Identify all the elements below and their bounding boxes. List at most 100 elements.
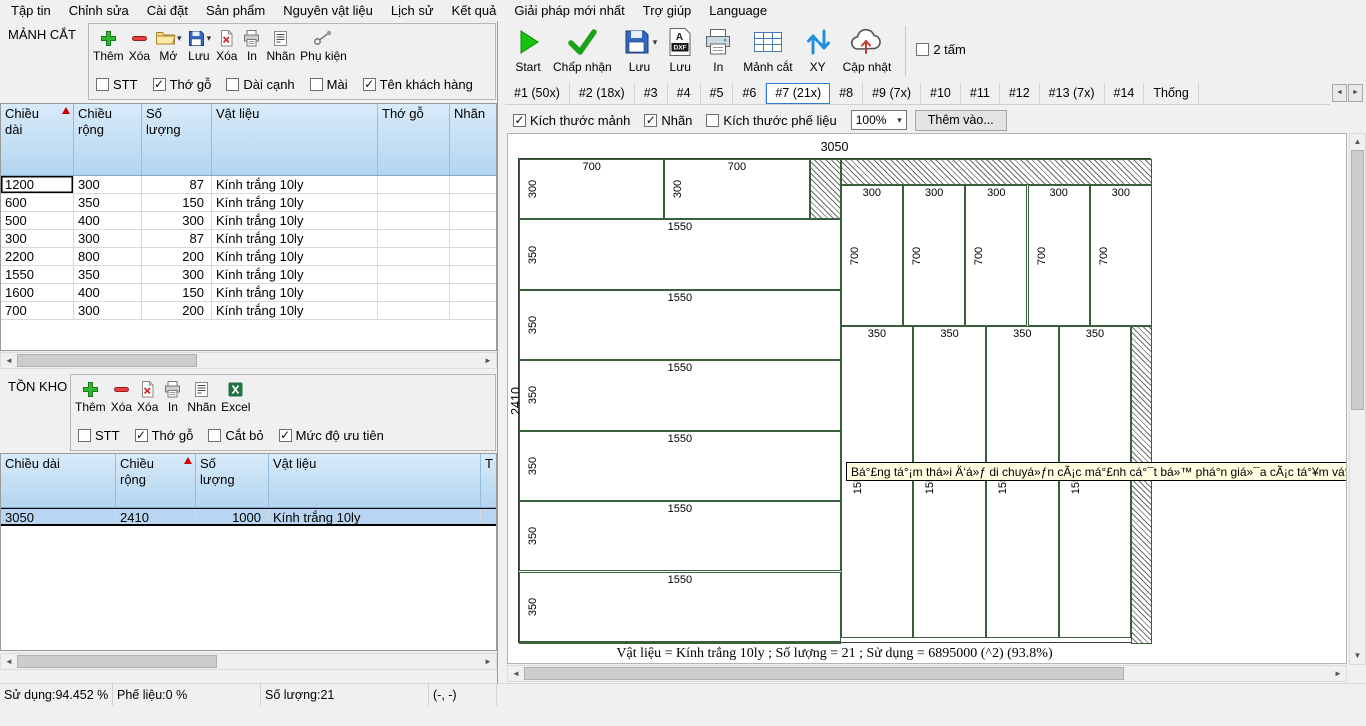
table-row[interactable]: 600350150Kính trắng 10ly (1, 194, 496, 212)
cell[interactable] (450, 302, 497, 319)
label-button[interactable]: Nhãn (266, 27, 295, 63)
scroll-right-button[interactable]: ► (480, 654, 496, 669)
cell[interactable]: Kính trắng 10ly (212, 176, 378, 193)
result-checkbox-2-tam[interactable]: 2 tấm (916, 42, 966, 57)
cut-checkbox-stt[interactable]: STT (96, 77, 138, 92)
cut-piece[interactable]: 300700 (965, 185, 1027, 326)
cut-piece[interactable]: 700300 (664, 159, 809, 219)
cell[interactable] (378, 248, 450, 265)
cell[interactable]: Kính trắng 10ly (212, 212, 378, 229)
column-header[interactable]: T (481, 454, 496, 507)
stock-checkbox-cat-bo[interactable]: Cắt bỏ (208, 428, 263, 443)
cut-checkbox-mai[interactable]: Mài (310, 77, 348, 92)
cell[interactable]: 700 (1, 302, 74, 319)
cell[interactable]: Kính trắng 10ly (212, 194, 378, 211)
cell[interactable] (378, 230, 450, 247)
scroll-left-button[interactable]: ◄ (508, 666, 524, 681)
column-header[interactable]: Chiều rộng (116, 454, 196, 507)
scroll-thumb[interactable] (1351, 150, 1364, 410)
column-header[interactable]: Chiều dài (1, 104, 74, 175)
save-dxf-button[interactable]: ADXFLưu (667, 24, 693, 74)
cell[interactable]: 200 (142, 302, 212, 319)
remove-button[interactable]: Xóa (111, 378, 132, 414)
cell[interactable]: 800 (74, 248, 142, 265)
scroll-down-button[interactable]: ▼ (1350, 648, 1365, 664)
add-to-button[interactable]: Thêm vào... (915, 110, 1007, 131)
open-button[interactable]: ▾Mở (155, 27, 182, 63)
cut-piece[interactable]: 3501550 (986, 326, 1059, 638)
scroll-right-button[interactable]: ► (480, 353, 496, 368)
scroll-up-button[interactable]: ▲ (1350, 134, 1365, 150)
accessories-button[interactable]: Phụ kiện (300, 27, 347, 63)
menu-item-10[interactable]: Language (700, 0, 776, 21)
zoom-select[interactable]: 100% ▾ (851, 110, 907, 130)
tabs-scroll-right-button[interactable]: ► (1348, 84, 1363, 102)
chevron-down-icon[interactable]: ▾ (177, 33, 182, 44)
cell[interactable]: 1550 (1, 266, 74, 283)
cut-piece[interactable]: 300700 (1028, 185, 1090, 326)
cell[interactable] (378, 194, 450, 211)
save-button[interactable]: ▾Lưu (622, 24, 658, 74)
cut-checkbox-dai-canh[interactable]: Dài cạnh (226, 77, 294, 92)
cell[interactable]: 300 (74, 302, 142, 319)
menu-item-1[interactable]: Tập tin (2, 0, 60, 21)
cell[interactable]: 300 (142, 212, 212, 229)
cell[interactable] (450, 176, 497, 193)
cell[interactable] (378, 212, 450, 229)
table-row[interactable]: 1600400150Kính trắng 10ly (1, 284, 496, 302)
cell[interactable] (481, 509, 497, 524)
tabs-scroll-left-button[interactable]: ◄ (1332, 84, 1347, 102)
cell[interactable] (450, 230, 497, 247)
print-button[interactable]: In (703, 24, 733, 74)
cut-piece[interactable]: 1550350 (519, 501, 841, 571)
tab-3[interactable]: #3 (635, 83, 668, 104)
diagram-vscrollbar[interactable]: ▲ ▼ (1349, 133, 1366, 665)
scroll-left-button[interactable]: ◄ (1, 353, 17, 368)
cell[interactable]: 350 (74, 194, 142, 211)
tab-6[interactable]: #6 (733, 83, 766, 104)
cell[interactable] (378, 302, 450, 319)
cut-checkbox-ten-khach-hang[interactable]: ✓Tên khách hàng (363, 77, 473, 92)
tab-7[interactable]: #7 (21x) (766, 83, 830, 104)
cell[interactable]: 300 (1, 230, 74, 247)
delete-button[interactable]: Xóa (216, 27, 237, 63)
cut-checkbox-tho-go[interactable]: ✓Thớ gỗ (153, 77, 212, 92)
cut-piece[interactable]: 1550350 (519, 360, 841, 430)
cut-piece[interactable]: 3501550 (841, 326, 914, 638)
cut-table-hscrollbar[interactable]: ◄ ► (0, 352, 497, 369)
cut-piece[interactable]: 1550350 (519, 572, 841, 642)
cut-piece[interactable]: 1550350 (519, 219, 841, 289)
stock-checkbox-tho-go[interactable]: ✓Thớ gỗ (135, 428, 194, 443)
tab-8[interactable]: #8 (830, 83, 863, 104)
start-button[interactable]: Start (513, 24, 543, 74)
cutting-diagram[interactable]: 3050 2410 700300700300155035015503501550… (507, 133, 1347, 664)
scroll-thumb[interactable] (17, 655, 217, 668)
menu-item-6[interactable]: Lịch sử (382, 0, 443, 21)
cut-piece[interactable]: 300700 (903, 185, 965, 326)
xy-button[interactable]: XY (803, 24, 833, 74)
cell[interactable]: 400 (74, 284, 142, 301)
column-header[interactable]: Thớ gỗ (378, 104, 450, 175)
cell[interactable] (450, 248, 497, 265)
tab-2[interactable]: #2 (18x) (570, 83, 635, 104)
column-header[interactable]: Vật liệu (212, 104, 378, 175)
view-checkbox-kich-thuoc-manh[interactable]: ✓Kích thước mảnh (513, 113, 630, 128)
cell[interactable] (378, 266, 450, 283)
table-row[interactable]: 2200800200Kính trắng 10ly (1, 248, 496, 266)
scroll-track[interactable] (17, 654, 480, 669)
scroll-track[interactable] (1350, 150, 1365, 648)
tab-1[interactable]: #1 (50x) (505, 83, 570, 104)
table-row[interactable]: 1550350300Kính trắng 10ly (1, 266, 496, 284)
chevron-down-icon[interactable]: ▾ (653, 37, 658, 48)
tab-9[interactable]: #9 (7x) (863, 83, 921, 104)
tab-11[interactable]: #11 (961, 83, 1000, 104)
menu-item-3[interactable]: Cài đặt (138, 0, 197, 21)
cell[interactable]: 1600 (1, 284, 74, 301)
cell[interactable]: Kính trắng 10ly (212, 266, 378, 283)
cell[interactable]: 400 (74, 212, 142, 229)
table-row[interactable]: 700300200Kính trắng 10ly (1, 302, 496, 320)
cell[interactable]: 500 (1, 212, 74, 229)
scroll-thumb[interactable] (17, 354, 197, 367)
table-row[interactable]: 120030087Kính trắng 10ly (1, 176, 496, 194)
scroll-right-button[interactable]: ► (1330, 666, 1346, 681)
